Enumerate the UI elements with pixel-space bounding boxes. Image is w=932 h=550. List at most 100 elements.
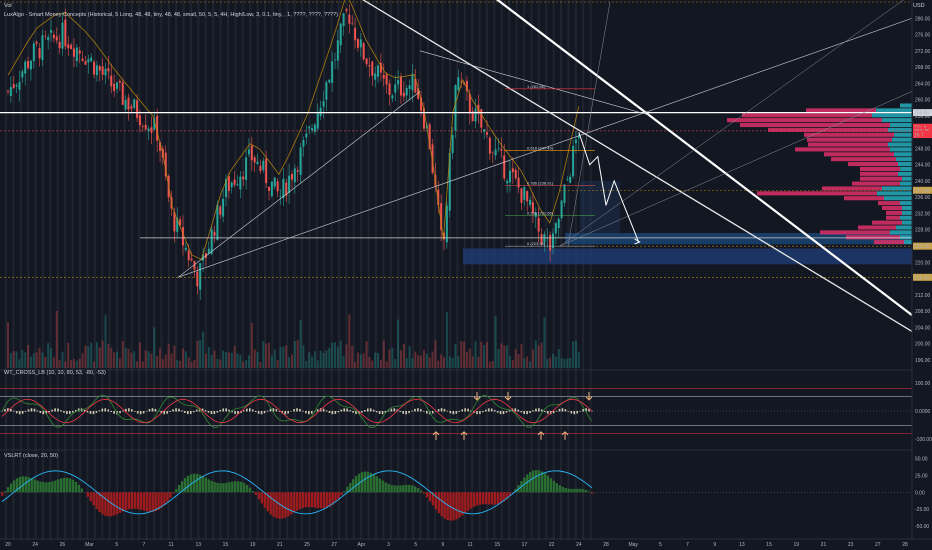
candle-body bbox=[480, 109, 483, 128]
candle-body bbox=[84, 61, 87, 65]
vslrt-bar bbox=[381, 480, 384, 493]
candle-body bbox=[87, 59, 90, 63]
wt-histogram-bar bbox=[187, 411, 189, 415]
wt-histogram-bar bbox=[325, 410, 328, 412]
wt-histogram-bar bbox=[63, 411, 65, 413]
vslrt-bar bbox=[555, 483, 558, 493]
wt-histogram-bar bbox=[119, 411, 121, 414]
vslrt-bar bbox=[322, 492, 325, 509]
volume-bar bbox=[537, 345, 540, 368]
wt-histogram-bar bbox=[340, 409, 343, 412]
wt-histogram-bar bbox=[213, 411, 216, 415]
vslrt-bar bbox=[172, 492, 175, 494]
profile-up-bar bbox=[872, 113, 912, 118]
volume-bar bbox=[242, 361, 245, 368]
price-tick-label: 212.00 bbox=[915, 293, 931, 299]
vslrt-bar bbox=[39, 481, 42, 493]
vslrt-tick-label: -25.00 bbox=[915, 507, 929, 513]
volume-bar bbox=[193, 359, 196, 368]
volume-bar bbox=[184, 351, 187, 368]
volume-bar bbox=[293, 341, 296, 368]
vslrt-bar bbox=[591, 492, 594, 494]
volume-bar bbox=[526, 356, 529, 368]
price-tick-label: 232.00 bbox=[915, 211, 931, 217]
vslrt-bar bbox=[366, 471, 370, 493]
profile-up-bar bbox=[876, 108, 912, 113]
volume-bar bbox=[394, 359, 397, 368]
vslrt-bar bbox=[68, 478, 72, 493]
profile-down-bar bbox=[860, 176, 902, 181]
price-tick-label: 260.00 bbox=[915, 98, 931, 104]
volume-bar bbox=[133, 351, 136, 368]
wt-histogram-bar bbox=[564, 409, 567, 412]
volume-bar bbox=[511, 359, 514, 368]
wt-histogram-bar bbox=[219, 409, 222, 412]
vslrt-bar bbox=[464, 492, 467, 514]
vslrt-bar bbox=[579, 488, 582, 493]
wt-histogram-bar bbox=[431, 411, 434, 414]
wt-histogram-bar bbox=[192, 411, 195, 413]
profile-up-bar bbox=[894, 152, 912, 157]
volume-bar bbox=[78, 358, 81, 368]
vslrt-bar bbox=[325, 492, 328, 508]
vslrt-bar bbox=[148, 492, 151, 512]
candle-body bbox=[342, 13, 345, 27]
volume-bar bbox=[474, 341, 477, 368]
wt-histogram-bar bbox=[331, 411, 334, 415]
wt-histogram-bar bbox=[69, 411, 71, 415]
vslrt-bar bbox=[74, 481, 78, 493]
wt-histogram-bar bbox=[496, 411, 499, 413]
volume-bar bbox=[316, 360, 319, 368]
volume-bar bbox=[15, 351, 18, 368]
candle-body bbox=[308, 126, 311, 129]
price-tick-label: 196.00 bbox=[915, 358, 931, 364]
candle-body bbox=[494, 149, 497, 156]
volume-bar bbox=[61, 351, 64, 368]
candle-body bbox=[523, 187, 526, 200]
candle-body bbox=[391, 95, 394, 99]
volume-bar bbox=[227, 352, 230, 368]
candle-body bbox=[21, 71, 24, 78]
volume-bar bbox=[93, 361, 96, 368]
candle-body bbox=[529, 199, 532, 205]
volume-bar bbox=[7, 322, 9, 368]
wt-histogram-bar bbox=[299, 408, 301, 412]
volume-bar bbox=[236, 353, 239, 368]
candle-body bbox=[136, 100, 139, 118]
vslrt-tick-label: -50.00 bbox=[915, 524, 929, 530]
profile-up-bar bbox=[896, 157, 912, 162]
wt-histogram-bar bbox=[485, 409, 487, 412]
wt-histogram-bar bbox=[15, 411, 18, 414]
trend-lines[interactable] bbox=[0, 0, 913, 332]
volume-bar bbox=[153, 327, 156, 368]
wt-histogram-bar bbox=[296, 408, 298, 412]
profile-down-bar bbox=[804, 132, 894, 137]
vslrt-bar bbox=[387, 483, 390, 493]
volume-bar bbox=[311, 356, 314, 368]
chart-canvas[interactable]: 1 (262.66) 0.618 (247.49) 0.786 (238.91) 0.… bbox=[0, 0, 932, 550]
volume-bar bbox=[207, 347, 210, 368]
candle-body bbox=[359, 39, 362, 48]
candle-body bbox=[311, 128, 314, 131]
volume-bar bbox=[164, 354, 167, 368]
vslrt-bar bbox=[9, 483, 13, 493]
candle-body bbox=[144, 124, 147, 130]
vslrt-bar bbox=[307, 492, 311, 508]
profile-up-bar bbox=[902, 210, 912, 215]
volume-bar bbox=[351, 345, 354, 368]
vslrt-bar bbox=[419, 490, 423, 493]
vslrt-bar bbox=[210, 480, 213, 493]
wt-histogram-bar bbox=[517, 409, 520, 412]
profile-up-bar bbox=[888, 127, 912, 132]
vslrt-bar bbox=[163, 492, 166, 506]
candle-body bbox=[233, 179, 236, 185]
volume-bar bbox=[127, 348, 130, 368]
ma-line bbox=[7, 0, 580, 261]
vslrt-bar bbox=[113, 492, 116, 516]
volume-bar bbox=[159, 348, 162, 368]
vertical-gridlines bbox=[4, 0, 592, 540]
time-tick-label: 22 bbox=[549, 542, 555, 548]
vslrt-bar bbox=[30, 478, 33, 493]
wt-histogram-bar bbox=[461, 409, 463, 412]
vslrt-bar bbox=[570, 488, 573, 493]
